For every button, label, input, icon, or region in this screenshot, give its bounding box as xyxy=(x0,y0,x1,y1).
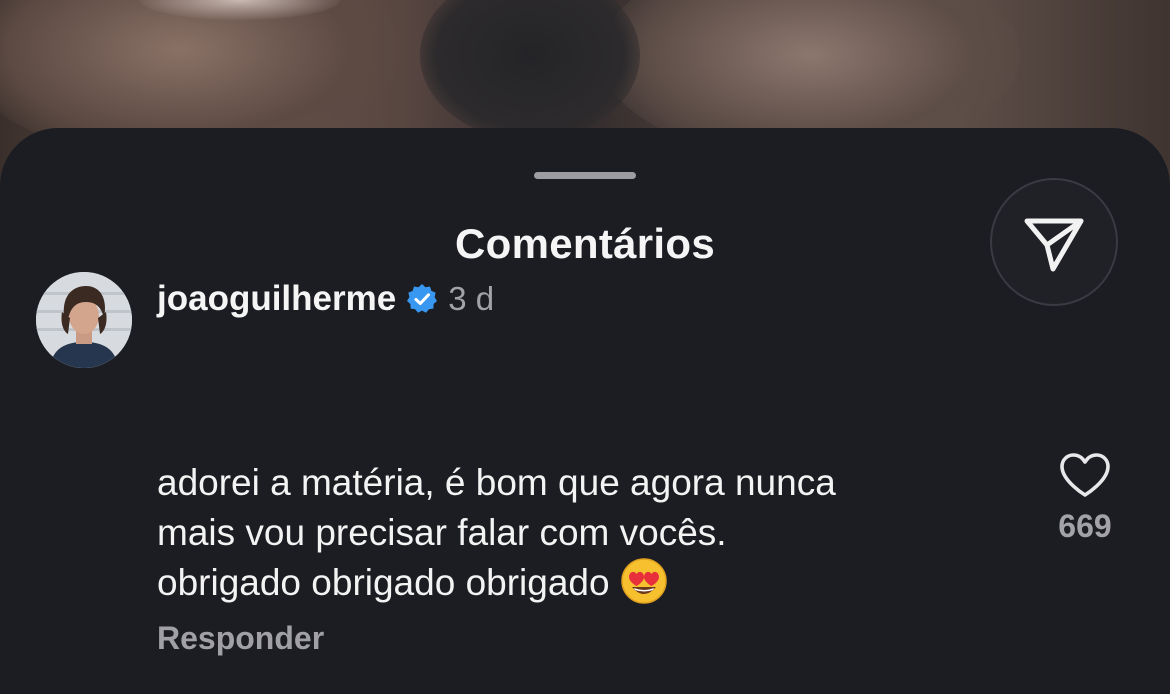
comment-timestamp: 3 d xyxy=(448,280,495,317)
heart-icon[interactable] xyxy=(1059,452,1111,498)
like-count: 669 xyxy=(1058,508,1112,544)
share-button[interactable] xyxy=(990,178,1118,306)
screen: Comentários joaoguilherme 3 d adorei a m… xyxy=(0,0,1170,694)
heart-eyes-emoji-icon xyxy=(620,557,668,605)
sheet-grabber-handle[interactable] xyxy=(534,172,636,179)
comment-line: obrigado obrigado obrigado xyxy=(157,562,610,603)
avatar[interactable] xyxy=(36,272,132,368)
reply-button[interactable]: Responder xyxy=(157,620,324,657)
like-area: 669 xyxy=(1040,452,1130,545)
comment-text: adorei a matéria, é bom que agora nunca … xyxy=(157,458,987,609)
comment-username[interactable]: joaoguilherme xyxy=(157,279,396,319)
comment-line: adorei a matéria, é bom que agora nunca xyxy=(157,462,836,503)
send-icon xyxy=(1024,218,1084,272)
comment-header: joaoguilherme 3 d xyxy=(157,276,494,322)
comment-line: mais vou precisar falar com vocês. xyxy=(157,512,727,553)
verified-badge-icon xyxy=(406,283,438,315)
comment-line-with-emoji: obrigado obrigado obrigado xyxy=(157,558,987,609)
